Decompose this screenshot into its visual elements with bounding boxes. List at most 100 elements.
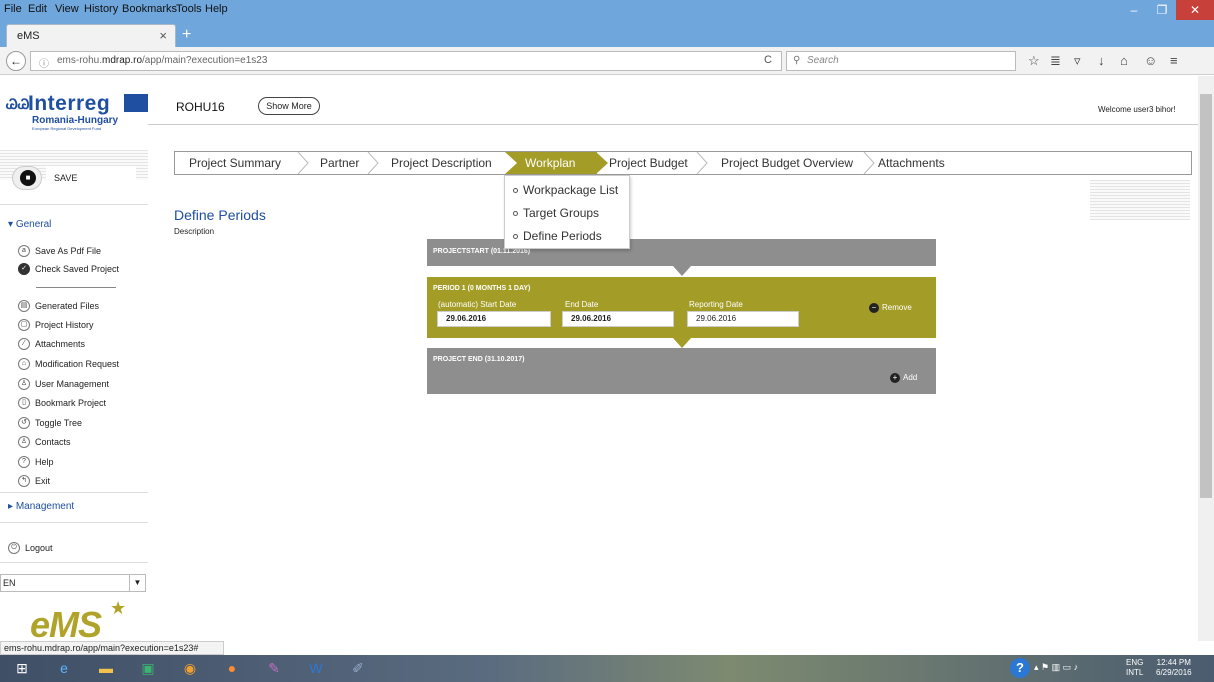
logo-fund: European Regional Development Fund [32,126,102,131]
menu-view[interactable]: View [55,3,79,15]
tab-close-icon[interactable]: × [159,28,167,43]
url-bar[interactable]: ⓘ ems-rohu.mdrap.ro/app/main?execution=e… [30,51,782,71]
sidebar-section-management[interactable]: ▸ Management [8,501,74,512]
pocket-icon[interactable]: ▿ [1074,53,1081,69]
file-explorer-icon[interactable]: ▬ [90,657,122,680]
logout-button[interactable]: ⏻ Logout [8,541,53,555]
end-date-field[interactable]: 29.06.2016 [562,311,674,327]
smiley-icon[interactable]: ☺ [1144,53,1157,68]
chevron-right-icon [596,152,608,174]
show-more-button[interactable]: Show More [258,97,320,115]
tab-project-budget[interactable]: Project Budget [609,152,688,174]
files-icon: ▤ [18,300,30,312]
help-icon: ? [18,456,30,468]
bullet-icon [513,234,518,240]
store-icon[interactable]: ▣ [132,657,164,680]
workplan-dropdown-menu: Workpackage List Target Groups Define Pe… [504,175,630,249]
menu-help[interactable]: Help [205,3,228,15]
logo-region: Romania-Hungary [32,115,119,126]
language-value: EN [3,578,16,588]
status-bar: ems-rohu.mdrap.ro/app/main?execution=e1s… [0,641,224,655]
browser-tab[interactable]: eMS × [6,24,176,47]
eu-flag-icon [124,94,148,112]
paint-app-icon[interactable]: ✎ [258,657,290,680]
back-arrow-icon[interactable]: ← [6,51,26,71]
chevron-right-icon [696,152,708,174]
menu-bookmarks[interactable]: Bookmarks [122,3,177,15]
menu-file[interactable]: File [4,3,22,15]
sidebar-section-general[interactable]: ▾ General [8,219,51,230]
word-icon[interactable]: W [300,657,332,680]
project-start-label: PROJECTSTART (01.11.2016) [433,248,531,255]
hamburger-menu-icon[interactable]: ≡ [1170,53,1178,68]
sidebar-item-project-history[interactable]: ▢ Project History [18,318,94,332]
project-code: ROHU16 [176,100,225,114]
divider [36,287,116,288]
tab-attachments[interactable]: Attachments [878,152,945,174]
close-icon[interactable]: ✕ [1176,0,1214,20]
arrow-down-icon [673,338,691,348]
history-icon: ▢ [18,319,30,331]
sidebar-item-help[interactable]: ? Help [18,455,54,469]
new-tab-icon[interactable]: + [182,26,191,44]
end-date-label: End Date [565,300,599,309]
language-indicator[interactable]: ENG INTL [1126,658,1143,678]
sidebar-item-bookmark-project[interactable]: ▯ Bookmark Project [18,396,106,410]
sidebar-item-save-pdf[interactable]: a Save As Pdf File [18,244,101,258]
reporting-date-field[interactable]: 29.06.2016 [687,311,799,327]
save-button[interactable]: ■ [12,166,42,190]
tab-project-description[interactable]: Project Description [391,152,492,174]
download-icon[interactable]: ↓ [1098,53,1105,68]
reload-icon[interactable]: C [764,54,772,66]
start-date-field: 29.06.2016 [437,311,551,327]
firefox-icon[interactable]: ● [216,657,248,680]
tray-icons[interactable]: ▴ ⚑ ▥ ▭ ♪ [1034,662,1078,673]
page-title: Define Periods [174,207,266,223]
sidebar-item-check-saved[interactable]: ✓ Check Saved Project [18,262,119,276]
reading-list-icon[interactable]: ≣ [1050,53,1061,69]
menu-tools[interactable]: Tools [176,3,202,15]
divider [0,492,148,493]
windows-start-icon[interactable]: ⊞ [6,657,38,680]
sidebar-item-contacts[interactable]: ♙ Contacts [18,435,71,449]
star-icon[interactable]: ☆ [1028,53,1040,69]
chrome-icon[interactable]: ◉ [174,657,206,680]
tab-partner[interactable]: Partner [320,152,359,174]
exit-icon: ↰ [18,475,30,487]
home-icon[interactable]: ⌂ [1120,53,1128,68]
menu-history[interactable]: History [84,3,118,15]
menu-item-workpackage-list[interactable]: Workpackage List [513,183,618,197]
divider [0,562,148,563]
search-input[interactable]: ⚲ Search [786,51,1016,71]
minimize-icon[interactable]: – [1120,0,1148,20]
info-icon[interactable]: ⓘ [39,55,49,70]
tab-project-budget-overview[interactable]: Project Budget Overview [721,152,853,174]
sidebar-item-user-management[interactable]: ♙ User Management [18,377,109,391]
menu-item-target-groups[interactable]: Target Groups [513,206,599,220]
tab-project-summary[interactable]: Project Summary [189,152,281,174]
internet-explorer-icon[interactable]: e [48,657,80,680]
add-button[interactable]: + Add [890,373,917,383]
sidebar-item-toggle-tree[interactable]: ↺ Toggle Tree [18,416,82,430]
menu-edit[interactable]: Edit [28,3,47,15]
save-label[interactable]: SAVE [46,166,136,190]
sidebar-item-exit[interactable]: ↰ Exit [18,474,50,488]
paint-icon[interactable]: ✐ [342,657,374,680]
sidebar-item-generated-files[interactable]: ▤ Generated Files [18,299,99,313]
restore-icon[interactable]: ❐ [1148,0,1176,20]
chevron-right-icon [297,152,309,174]
help-icon[interactable]: ? [1010,658,1030,678]
welcome-text: Welcome user3 bihor! [1098,105,1176,114]
remove-button[interactable]: − Remove [869,303,912,313]
search-icon: ⚲ [793,55,801,66]
star-icon: ★ [110,598,127,618]
workflow-tabs: Project Summary Partner Project Descript… [174,151,1192,175]
chevron-right-icon [505,152,517,174]
language-select[interactable]: EN ▼ [0,574,146,592]
menu-item-define-periods[interactable]: Define Periods [513,229,602,243]
sidebar-item-attachments[interactable]: ⁄ Attachments [18,337,85,351]
scrollbar-thumb[interactable] [1200,94,1212,498]
clock[interactable]: 12:44 PM 6/29/2016 [1156,658,1192,678]
tab-workplan[interactable]: Workplan [505,152,597,174]
sidebar-item-modification-request[interactable]: ⌂ Modification Request [18,357,119,371]
